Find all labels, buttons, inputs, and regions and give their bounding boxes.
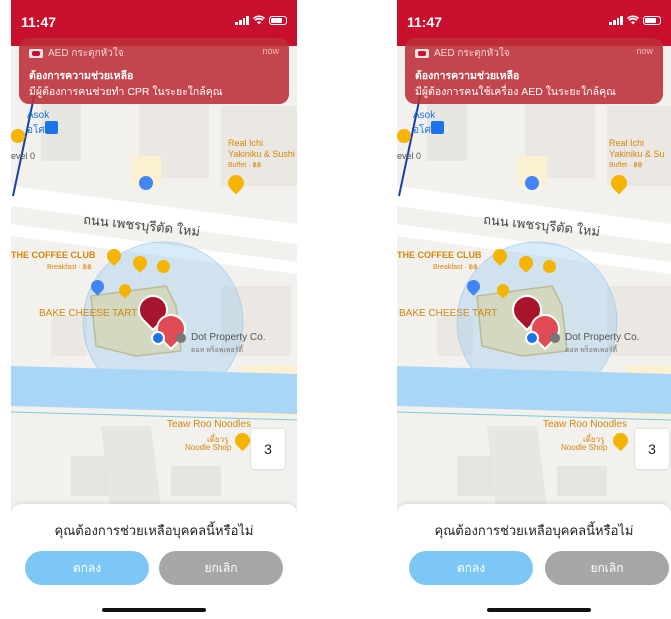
wifi-icon [253,15,265,25]
station-label: Asok [413,110,436,121]
station-label-th: อโศก [413,125,437,136]
restaurant-icon[interactable] [11,129,25,143]
phone-screen-cpr: 11:47 Asok อโศก evel 0 Real Ichi Yakinik… [11,0,297,619]
bake-cheese-label: BAKE CHEESE TART [399,308,498,319]
cafe-icon[interactable] [543,260,556,273]
app-icon [29,49,43,58]
phone-screen-aed: 11:47 Asok อโศก evel 0 Real Ichi Yakinik… [397,0,671,619]
home-indicator[interactable] [487,608,591,612]
app-icon [415,49,429,58]
coffee-club-label: THE COFFEE CLUB [11,250,96,260]
coffee-club-sub: Breakfast · ฿฿ [433,264,478,271]
shopping-icon[interactable] [139,176,153,190]
place-pin-icon[interactable] [550,333,560,343]
teaw-roo-sub: Noodle Shop [561,443,608,452]
status-time: 11:47 [407,14,443,30]
help-prompt-sheet: คุณต้องการช่วยเหลือบุคคลนี้หรือไม่ ตกลง … [397,504,671,619]
notification-body: มีผู้ต้องการคนใช้เครื่อง AED ในระยะใกล้ค… [415,86,616,98]
level-label: evel 0 [11,151,36,161]
dot-property-sub: ดอท พร็อพเพอร์ตี้ [191,347,244,354]
teaw-roo-label: Teaw Roo Noodles [167,419,251,430]
real-ichi-sub: Buffet · ฿฿ [609,162,643,169]
dot-property-label: Dot Property Co. [565,332,640,343]
status-time: 11:47 [21,14,57,30]
notification-title: ต้องการความช่วยเหลือ [415,70,520,82]
shopping-icon[interactable] [525,176,539,190]
teaw-roo-sub: Noodle Shop [185,443,232,452]
coffee-club-sub: Breakfast · ฿฿ [47,264,92,271]
real-ichi-label-2: Yakiniku & Su [609,149,665,159]
status-icons [235,15,287,25]
station-label: Asok [27,110,50,121]
notification-time: now [262,46,279,56]
help-prompt-sheet: คุณต้องการช่วยเหลือบุคคลนี้หรือไม่ ตกลง … [11,504,297,619]
level-label: evel 0 [397,151,422,161]
wifi-icon [627,15,639,25]
ok-button[interactable]: ตกลง [25,551,149,585]
real-ichi-label: Real Ichi [228,138,264,148]
real-ichi-label: Real Ichi [609,138,645,148]
cancel-button[interactable]: ยกเลิก [159,551,283,585]
push-notification[interactable]: AED กระตุกหัวใจ now ต้องการความช่วยเหลือ… [405,38,663,104]
cafe-icon[interactable] [157,260,170,273]
coffee-club-label: THE COFFEE CLUB [397,250,482,260]
place-pin-icon[interactable] [176,333,186,343]
help-question: คุณต้องการช่วยเหลือบุคคลนี้หรือไม่ [54,523,254,538]
real-ichi-label-2: Yakiniku & Sushi [228,149,295,159]
dot-property-label: Dot Property Co. [191,332,266,343]
current-location-dot [151,331,165,345]
map-number-button[interactable]: 3 [635,429,669,469]
station-label-th: อโศก [27,125,51,136]
restaurant-icon[interactable] [397,129,411,143]
teaw-roo-label: Teaw Roo Noodles [543,419,627,430]
notification-title: ต้องการความช่วยเหลือ [29,70,134,82]
bake-cheese-label: BAKE CHEESE TART [39,308,138,319]
current-location-dot [525,331,539,345]
notification-app-name: AED กระตุกหัวใจ [48,48,124,59]
notification-app: AED กระตุกหัวใจ [415,46,510,61]
map-number-button[interactable]: 3 [251,429,285,469]
home-indicator[interactable] [102,608,206,612]
help-question: คุณต้องการช่วยเหลือบุคคลนี้หรือไม่ [434,523,634,538]
notification-app: AED กระตุกหัวใจ [29,46,124,61]
notification-body: มีผู้ต้องการคนช่วยทำ CPR ในระยะใกล้คุณ [29,86,223,98]
notification-app-name: AED กระตุกหัวใจ [434,48,510,59]
signal-icon [235,15,249,25]
status-icons [609,15,661,25]
signal-icon [609,15,623,25]
notification-time: now [636,46,653,56]
real-ichi-sub: Buffet · ฿฿ [228,162,262,169]
dot-property-sub: ดอท พร็อพเพอร์ตี้ [565,347,618,354]
battery-icon [643,15,661,25]
push-notification[interactable]: AED กระตุกหัวใจ now ต้องการความช่วยเหลือ… [19,38,289,104]
battery-icon [269,15,287,25]
ok-button[interactable]: ตกลง [409,551,533,585]
cancel-button[interactable]: ยกเลิก [545,551,669,585]
